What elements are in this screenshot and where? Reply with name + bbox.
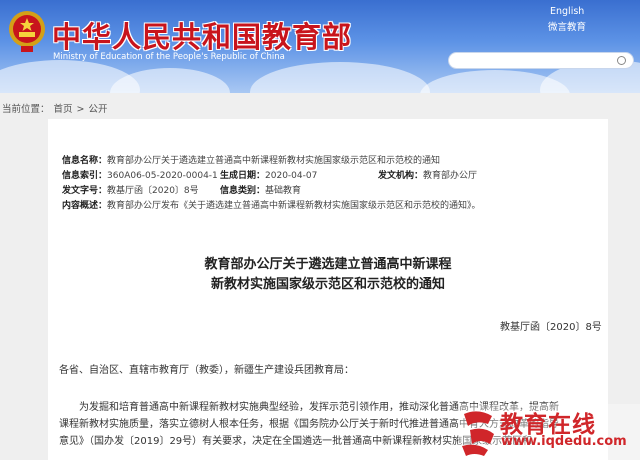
meta-title-label: 信息名称： [62,156,108,166]
site-header: 中华人民共和国教育部 Ministry of Education of the … [0,0,640,93]
site-subtitle: Ministry of Education of the People's Re… [53,52,285,62]
breadcrumb-separator: > [76,104,85,115]
meta-row-index: 信息索引：360A06-05-2020-0004-1 [62,168,218,181]
meta-docno-label: 发文字号： [62,186,108,196]
meta-category-value: 基础教育 [265,186,302,196]
document-title-line-2: 新教材实施国家级示范区和示范校的通知 [210,277,445,292]
meta-row-docno: 发文字号：教基厅函〔2020〕8号 [62,183,199,196]
meta-row-category: 信息类别：基础教育 [220,183,301,196]
search-icon[interactable] [617,56,626,65]
meta-index-label: 信息索引： [62,171,108,181]
meta-row-org: 发文机构：教育部办公厅 [378,168,477,181]
meta-date-label: 生成日期： [220,171,266,181]
document-title: 教育部办公厅关于遴选建立普通高中新课程 新教材实施国家级示范区和示范校的通知 [48,255,608,295]
meta-row-summary: 内容概述：教育部办公厅发布《关于遴选建立普通高中新课程新教材实施国家级示范区和示… [62,198,481,211]
breadcrumb-current[interactable]: 公开 [89,104,108,115]
breadcrumb-home[interactable]: 首页 [54,104,73,115]
watermark-url: www.iqdedu.com [501,434,627,449]
meta-title-value: 教育部办公厅关于遴选建立普通高中新课程新教材实施国家级示范区和示范校的通知 [107,156,441,166]
header-cloud-decoration [110,68,230,93]
meta-category-label: 信息类别： [220,186,266,196]
document-number: 教基厅函〔2020〕8号 [500,322,602,333]
meta-org-label: 发文机构： [378,171,424,181]
header-cloud-decoration [250,62,430,93]
search-input[interactable] [448,52,634,69]
meta-summary-label: 内容概述： [62,201,108,211]
national-emblem-icon[interactable] [7,8,47,54]
meta-index-value: 360A06-05-2020-0004-1 [107,171,218,181]
meta-date-value: 2020-04-07 [265,171,318,181]
meta-row-title: 信息名称：教育部办公厅关于遴选建立普通高中新课程新教材实施国家级示范区和示范校的… [62,153,440,166]
breadcrumb-prefix: 当前位置： [2,104,50,115]
meta-docno-value: 教基厅函〔2020〕8号 [107,186,199,196]
document-salutation: 各省、自治区、直辖市教育厅（教委），新疆生产建设兵团教育局： [59,365,354,376]
meta-row-date: 生成日期：2020-04-07 [220,168,317,181]
breadcrumb: 当前位置： 首页 > 公开 [2,101,112,115]
weibo-link[interactable]: 微言教育 [548,19,586,33]
site-title[interactable]: 中华人民共和国教育部 [52,14,352,56]
meta-org-value: 教育部办公厅 [423,171,478,181]
document-title-line-1: 教育部办公厅关于遴选建立普通高中新课程 [204,257,452,272]
english-link[interactable]: English [550,6,584,17]
meta-summary-value: 教育部办公厅发布《关于遴选建立普通高中新课程新教材实施国家级示范区和示范校的通知… [107,201,481,211]
